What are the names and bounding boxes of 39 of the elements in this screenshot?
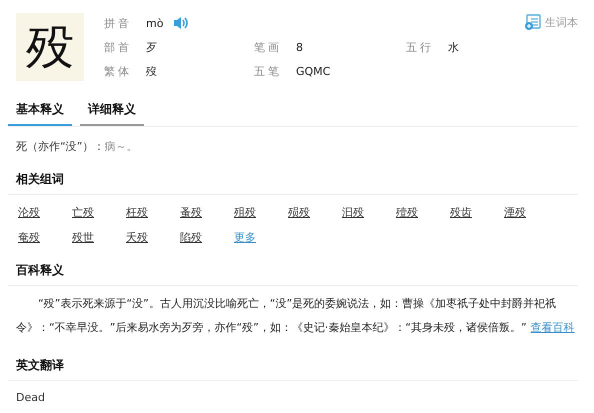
tab[interactable]: 详细释义 xyxy=(80,97,144,126)
tab[interactable]: 基本释义 xyxy=(8,97,72,126)
word-link[interactable]: 亡殁 xyxy=(72,205,126,220)
word-link[interactable]: 湮殁 xyxy=(504,205,558,220)
field-value: mò xyxy=(146,16,164,30)
more-link[interactable]: 更多 xyxy=(234,230,288,245)
word-link[interactable]: 蚤殁 xyxy=(180,205,234,220)
field-value: 水 xyxy=(448,40,459,54)
word-link[interactable]: 枉殁 xyxy=(126,205,180,220)
word-link[interactable]: 奄殁 xyxy=(18,230,72,245)
field-value: GQMC xyxy=(296,64,330,78)
field-label: 拼音 xyxy=(104,16,133,30)
word-link[interactable]: 殒殁 xyxy=(288,205,342,220)
word-link[interactable]: 陷殁 xyxy=(180,230,234,245)
encyclopedia-text: “殁”表示死来源于“没”。古人用沉没比喻死亡，“没”是死的委婉说法，如：曹操《加枣祇子处中封爵并祀祇令》：“不幸早没。”后来易水旁为歹旁，亦作“殁”，如：《史记·秦始皇本纪》：“其身未殁，诸侯倍叛。” 查看百科 xyxy=(16,296,576,336)
field-value: 歹 xyxy=(146,40,157,54)
wordbook-icon[interactable] xyxy=(524,14,542,31)
field-label: 五行 xyxy=(406,40,435,54)
speaker-icon[interactable] xyxy=(173,16,188,30)
word-link[interactable]: 沦殁 xyxy=(18,205,72,220)
character-glyph: 殁 xyxy=(16,13,84,81)
field-label: 五笔 xyxy=(254,64,283,78)
section-heading: 相关组词 xyxy=(16,172,64,186)
word-link[interactable]: 殪殁 xyxy=(396,205,450,220)
view-encyclopedia-link[interactable]: 查看百科 xyxy=(530,321,575,334)
translation-text: Dead xyxy=(16,391,46,404)
word-link[interactable]: 殁齿 xyxy=(450,205,504,220)
section-heading: 百科释义 xyxy=(16,263,64,277)
field-value: 8 xyxy=(296,40,303,54)
field-label: 部首 xyxy=(104,40,133,54)
definition-text: 死（亦作“没”）：病～。 xyxy=(16,139,138,154)
field-value: 歿 xyxy=(146,64,157,78)
word-link[interactable]: 汩殁 xyxy=(342,205,396,220)
field-label: 笔画 xyxy=(254,40,283,54)
section-heading: 英文翻译 xyxy=(16,358,64,372)
field-label: 繁体 xyxy=(104,64,133,78)
word-link[interactable]: 夭殁 xyxy=(126,230,180,245)
word-link[interactable]: 殁世 xyxy=(72,230,126,245)
word-link[interactable]: 殂殁 xyxy=(234,205,288,220)
